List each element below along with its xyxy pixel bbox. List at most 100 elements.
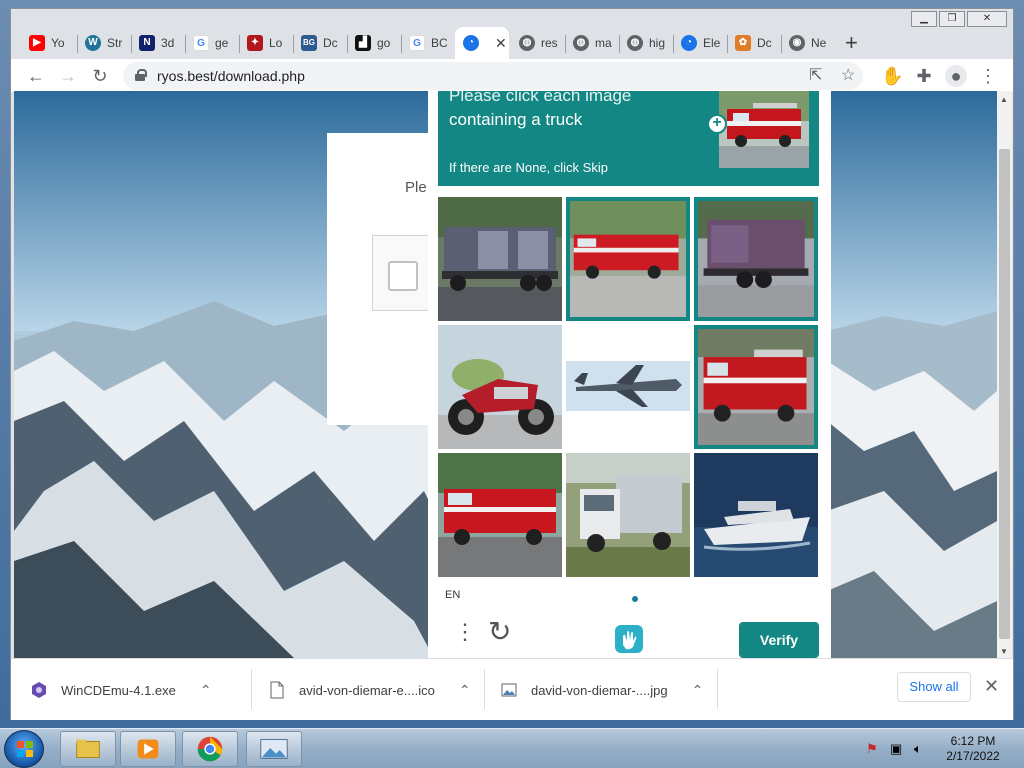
forward-icon[interactable]: → (57, 65, 79, 87)
google-icon: G (193, 35, 209, 51)
image-viewer-icon (260, 739, 288, 759)
bookmark-star-icon[interactable]: ☆ (841, 65, 855, 85)
start-button[interactable] (4, 730, 44, 768)
tab-res[interactable]: ◍ res (511, 27, 563, 59)
active-site-icon: ◔ (681, 35, 697, 51)
image-grid (438, 197, 819, 577)
action-center-icon[interactable]: ⚑ (866, 741, 882, 757)
scroll-up-icon[interactable]: ▲ (1000, 95, 1008, 104)
tile-3-truck[interactable] (694, 197, 818, 321)
address-bar[interactable]: ryos.best/download.php ⇱ ☆ (123, 62, 863, 90)
file-icon (270, 681, 284, 699)
explorer-taskbar-button[interactable] (60, 731, 116, 767)
captcha-checkbox[interactable] (388, 261, 418, 291)
refresh-challenge-icon[interactable]: ↻ (488, 615, 511, 648)
profile-avatar-icon[interactable]: ● (945, 65, 967, 87)
tile-4-motorcycle[interactable] (438, 325, 562, 449)
system-clock[interactable]: 6:12 PM 2/17/2022 (936, 734, 1010, 764)
chevron-up-icon[interactable]: ⌃ (459, 682, 471, 699)
tab-label: go (377, 36, 391, 50)
tile-1-truck[interactable] (438, 197, 562, 321)
tab-label: 3d (161, 36, 175, 50)
page-scrollbar[interactable]: ▲ ▼ (997, 91, 1012, 658)
scroll-down-icon[interactable]: ▼ (1000, 647, 1008, 656)
menu-icon[interactable]: ⋮ (977, 65, 999, 87)
tile-7-firetruck[interactable] (438, 453, 562, 577)
tile-2-firetruck[interactable] (566, 197, 690, 321)
tab-youtube[interactable]: ▶ Yo (21, 27, 73, 59)
chevron-up-icon[interactable]: ⌃ (692, 682, 704, 699)
wordpress-icon: W (85, 35, 101, 51)
captcha-card: Ple (327, 133, 442, 425)
page-viewport: Ple Please click each image containing a… (14, 91, 997, 658)
chrome-taskbar-button[interactable] (182, 731, 238, 767)
chrome-icon (197, 736, 223, 762)
volume-icon[interactable]: 🔈︎ (914, 741, 930, 757)
image-file-icon (501, 683, 517, 697)
tab-hig[interactable]: ◍ hig (619, 27, 671, 59)
hcaptcha-challenge: Please click each image containing a tru… (428, 91, 831, 658)
dc-orange-icon: ✿ (735, 35, 751, 51)
tab-ele[interactable]: ◔ Ele (673, 27, 725, 59)
tab-go[interactable]: ▟ go (347, 27, 399, 59)
example-firetruck-image[interactable] (719, 91, 809, 168)
windows-logo-icon (17, 741, 33, 757)
show-all-button[interactable]: Show all (897, 672, 971, 702)
tab-wordpress[interactable]: W Str (77, 27, 129, 59)
download-item-2[interactable]: avid-von-diemar-e....ico ⌃ (269, 659, 471, 721)
globe-icon: ◍ (573, 35, 589, 51)
dislike-extension-icon[interactable]: ✋ (881, 65, 903, 87)
close-shelf-icon[interactable]: ✕ (984, 676, 999, 697)
url-text[interactable]: ryos.best/download.php (157, 68, 305, 84)
close-tab-icon[interactable]: ✕ (495, 35, 507, 52)
language-selector[interactable]: EN (445, 589, 460, 601)
tile-9-boat[interactable] (694, 453, 818, 577)
challenge-prompt: Please click each image containing a tru… (438, 91, 819, 186)
taskbar: ⚑ ▣ 🔈︎ 6:12 PM 2/17/2022 (0, 728, 1024, 768)
prompt-line2: containing a truck (449, 110, 583, 129)
tile-6-firetruck[interactable] (694, 325, 818, 449)
image-viewer-taskbar-button[interactable] (246, 731, 302, 767)
extensions-icon[interactable]: ✚ (913, 65, 935, 87)
download-item-3[interactable]: david-von-diemar-....jpg ⌃ (501, 659, 703, 721)
chevron-up-icon[interactable]: ⌃ (200, 682, 212, 699)
media-player-taskbar-button[interactable] (120, 731, 176, 767)
toolbar: ← → ↻ ryos.best/download.php ⇱ ☆ ✋ ✚ ● ⋮ (11, 59, 1013, 93)
tile-8-truck[interactable] (566, 453, 690, 577)
tab-label: hig (649, 36, 666, 50)
tab-label: res (541, 36, 558, 50)
reload-icon[interactable]: ↻ (89, 65, 111, 87)
tab-active[interactable]: ◔ ✕ (455, 27, 509, 59)
tab-google-ge[interactable]: G ge (185, 27, 237, 59)
download-item-1[interactable]: WinCDEmu-4.1.exe ⌃ (31, 659, 212, 721)
scroll-thumb[interactable] (999, 149, 1010, 639)
expand-example-icon[interactable]: + (707, 114, 727, 134)
new-tab-button[interactable]: + (845, 30, 858, 56)
hcaptcha-logo-icon[interactable] (613, 623, 645, 655)
media-player-icon (137, 739, 159, 759)
tab-ne[interactable]: ◉ Ne (781, 27, 833, 59)
tab-label: Yo (51, 36, 65, 50)
download-filename: WinCDEmu-4.1.exe (61, 682, 176, 698)
share-icon[interactable]: ⇱ (809, 65, 822, 85)
tab-label: Lo (269, 36, 283, 50)
network-icon[interactable]: ▣ (890, 741, 906, 757)
folder-icon (76, 739, 100, 758)
verify-button[interactable]: Verify (739, 622, 819, 658)
dc-site-icon: BG (301, 35, 317, 51)
tab-lo[interactable]: ✦ Lo (239, 27, 291, 59)
tab-dc[interactable]: BG Dc (293, 27, 345, 59)
tab-strip: ▶ Yo W Str N 3d G ge ✦ Lo BG Dc ▟ go G B… (11, 25, 1013, 59)
tab-label: Ele (703, 36, 721, 50)
prompt-skip-text: If there are None, click Skip (449, 160, 608, 175)
tab-3d[interactable]: N 3d (131, 27, 183, 59)
tab-dc-orange[interactable]: ✿ Dc (727, 27, 779, 59)
tab-google-bc[interactable]: G BC (401, 27, 453, 59)
back-icon[interactable]: ← (25, 65, 47, 87)
tile-5-airplane[interactable] (566, 325, 690, 449)
download-filename: avid-von-diemar-e....ico (299, 682, 435, 698)
download-filename: david-von-diemar-....jpg (531, 682, 668, 698)
browser-window: ▁ ❐ ✕ ▶ Yo W Str N 3d G ge ✦ Lo BG Dc ▟ … (10, 8, 1014, 720)
more-options-icon[interactable]: ⋮ (454, 619, 476, 645)
tab-ma[interactable]: ◍ ma (565, 27, 617, 59)
